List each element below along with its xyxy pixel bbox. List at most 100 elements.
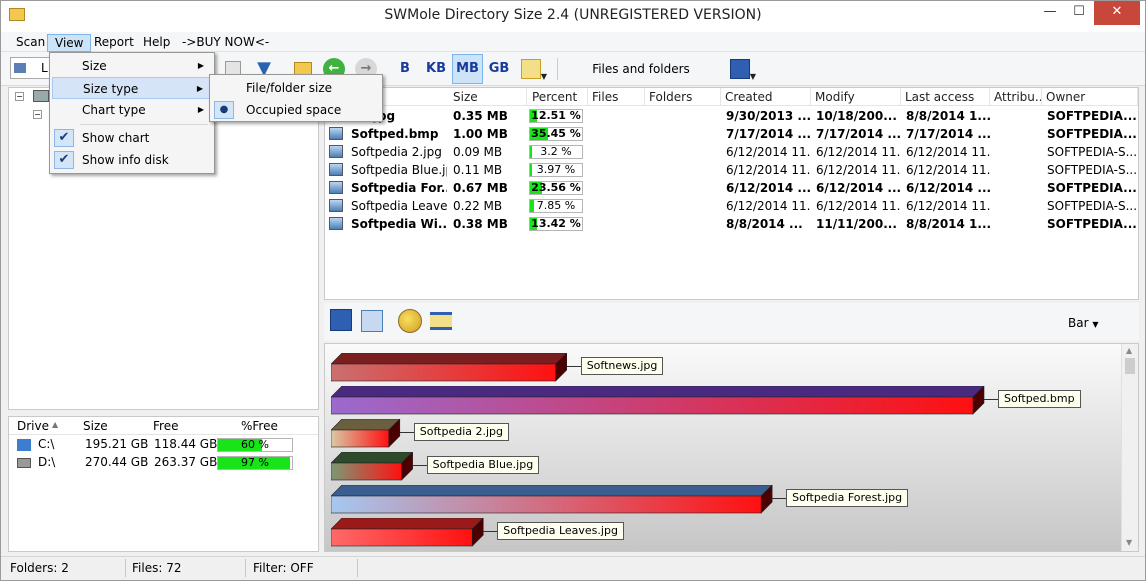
col-modify[interactable]: Modify	[811, 88, 901, 106]
col-attributes[interactable]: Attribu...	[990, 88, 1042, 106]
status-separator	[357, 559, 358, 577]
col-files[interactable]: Files	[588, 88, 645, 106]
table-row[interactable]: Softpedia Wi... 0.38 MB 13.42 % 8/8/2014 ..…	[325, 215, 1140, 233]
tree-expander[interactable]: −	[15, 92, 24, 101]
status-files: Files: 72	[132, 561, 182, 575]
chart-save-button[interactable]	[330, 309, 352, 331]
scroll-down-icon[interactable]: ▼	[1126, 538, 1132, 547]
image-file-icon	[329, 127, 343, 140]
scroll-thumb[interactable]	[1125, 358, 1135, 374]
files-folders-dropdown[interactable]: Files and folders ▼	[591, 54, 691, 103]
drive-free-bar: 97 %	[217, 456, 293, 470]
drive-header: Drive ▲ Size Free %Free	[9, 417, 318, 435]
chart-bar[interactable]	[330, 484, 774, 515]
table-row[interactable]: Softpedia For... 0.67 MB 23.56 % 6/12/2014 …	[325, 179, 1140, 197]
menu-scan[interactable]: Scan	[9, 34, 52, 52]
chart-bar[interactable]	[330, 352, 569, 383]
chevron-right-icon: ▶	[197, 105, 204, 114]
auto-unit-button[interactable]: ▼	[517, 54, 551, 84]
menu-buy-now[interactable]: ->BUY NOW<-	[175, 34, 276, 52]
chart-bar[interactable]	[330, 385, 986, 416]
col-percent[interactable]: Percent	[528, 88, 588, 106]
file-owner: SOFTPEDIA...	[1047, 217, 1137, 231]
drive-col-size[interactable]: Size	[83, 419, 108, 433]
drive-row[interactable]: C:\ 195.21 GB 118.44 GB 60 %	[9, 436, 318, 454]
file-size: 0.38 MB	[453, 217, 508, 231]
menu-item-show-info-disk[interactable]: ✔ Show info disk	[52, 149, 212, 171]
file-last-access: 6/12/2014 11...	[906, 145, 990, 159]
file-name: Softpedia Blue.jpg	[351, 163, 447, 177]
chart-bar[interactable]	[330, 418, 402, 449]
bar-front	[330, 462, 402, 481]
table-row[interactable]: Softpedia Leave... 0.22 MB 7.85 % 6/12/2014…	[325, 197, 1140, 215]
menu-item-size[interactable]: Size ▶	[52, 55, 212, 77]
palette-button[interactable]	[398, 309, 422, 333]
drive-letter: C:\	[38, 437, 55, 451]
file-owner: SOFTPEDIA-S...	[1047, 145, 1137, 159]
minimize-button[interactable]: —	[1036, 1, 1064, 25]
unit-gb-button[interactable]: GB	[484, 54, 514, 84]
label-connector	[566, 366, 581, 367]
menu-item-show-chart[interactable]: ✔ Show chart	[52, 127, 212, 149]
menu-item-size-type[interactable]: Size type ▶	[52, 77, 212, 99]
scroll-up-icon[interactable]: ▲	[1126, 346, 1132, 355]
menu-item-label: File/folder size	[246, 81, 333, 95]
table-row[interactable]: ws.jpg0.35 MB12.51 %9/30/2013 ...10/18/2…	[325, 107, 1140, 125]
col-owner[interactable]: Owner	[1042, 88, 1138, 106]
tree-drive-icon	[33, 90, 49, 102]
chart-scrollbar[interactable]: ▲ ▼	[1121, 344, 1138, 551]
file-size: 0.67 MB	[453, 181, 508, 195]
table-row[interactable]: Softpedia Blue.jpg 0.11 MB 3.97 % 6/12/2014…	[325, 161, 1140, 179]
drive-col-free[interactable]: Free	[153, 419, 178, 433]
file-modified: 6/12/2014 11...	[816, 199, 900, 213]
chart-type-dropdown[interactable]: Bar ▼	[1068, 316, 1099, 330]
bar-label: Softnews.jpg	[580, 357, 664, 375]
menu-item-file-folder-size[interactable]: File/folder size	[212, 77, 380, 99]
checkmark-icon: ✔	[54, 129, 74, 147]
drive-size: 270.44 GB	[85, 455, 149, 469]
unit-kb-button[interactable]: KB	[421, 54, 451, 84]
table-row[interactable]: Softpedia 2.jpg 0.09 MB 3.2 % 6/12/2014 11.…	[325, 143, 1140, 161]
table-row[interactable]: Softped.bmp 1.00 MB 35.45 % 7/17/2014 ... 7/…	[325, 125, 1140, 143]
fit-width-button[interactable]	[430, 312, 452, 330]
col-size[interactable]: Size	[449, 88, 527, 106]
col-created[interactable]: Created	[721, 88, 811, 106]
unit-b-button[interactable]: B	[392, 54, 418, 84]
percent-bar: 35.45 %	[529, 127, 583, 141]
file-last-access: 8/8/2014 1...	[906, 217, 990, 231]
chart-bar[interactable]	[330, 517, 485, 548]
radio-bullet-icon: ●	[214, 101, 234, 119]
file-modified: 10/18/200...	[816, 109, 897, 123]
title-bar[interactable]: SWMole Directory Size 2.4 (UNREGISTERED …	[1, 1, 1145, 32]
file-name: Softpedia Leave...	[351, 199, 447, 213]
file-created: 6/12/2014 11...	[726, 199, 810, 213]
file-last-access: 6/12/2014 11...	[906, 199, 990, 213]
file-owner: SOFTPEDIA...	[1047, 181, 1137, 195]
menu-item-chart-type[interactable]: Chart type ▶	[52, 99, 212, 121]
percent-text: 35.45 %	[531, 127, 581, 140]
menu-item-occupied-space[interactable]: ● Occupied space	[212, 99, 380, 121]
expand-icon	[520, 59, 541, 79]
percent-bar: 12.51 %	[529, 109, 583, 123]
menu-help[interactable]: Help	[136, 34, 177, 52]
tree-expander[interactable]: −	[33, 110, 42, 119]
drive-row[interactable]: D:\ 270.44 GB 263.37 GB 97 %	[9, 454, 318, 472]
col-folders[interactable]: Folders	[645, 88, 721, 106]
drive-col-pfree[interactable]: %Free	[241, 419, 278, 433]
col-last-access[interactable]: Last access	[901, 88, 990, 106]
menu-view[interactable]: View	[47, 34, 92, 52]
size-type-submenu: File/folder size ● Occupied space	[209, 74, 383, 122]
close-button[interactable]: ✕	[1094, 1, 1140, 25]
drive-col-drive[interactable]: Drive	[17, 419, 49, 433]
window-title: SWMole Directory Size 2.4 (UNREGISTERED …	[384, 7, 762, 23]
chevron-down-icon: ▼	[1092, 320, 1099, 329]
save-report-button[interactable]: ▼	[725, 54, 761, 84]
percent-text: 3.97 %	[536, 163, 576, 176]
drive-combo[interactable]: L	[10, 57, 50, 79]
percent-text: 7.85 %	[536, 199, 576, 212]
chart-copy-button[interactable]	[361, 310, 383, 332]
menu-report[interactable]: Report	[87, 34, 141, 52]
maximize-button[interactable]: ☐	[1065, 1, 1093, 25]
unit-mb-button[interactable]: MB	[452, 54, 483, 84]
chart-bar[interactable]	[330, 451, 415, 482]
